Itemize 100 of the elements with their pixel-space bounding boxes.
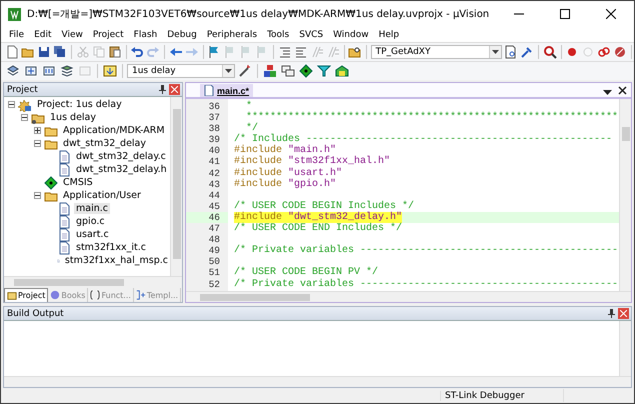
tree-item[interactable]: dwt_stm32_delay.c [74, 151, 168, 162]
panel-title: Build Output [7, 308, 65, 318]
package-icon [335, 64, 349, 78]
save-button[interactable] [37, 44, 51, 60]
tree-item[interactable]: stm32f1xx_hal_msp.c [62, 255, 170, 266]
line-number: 50 [208, 256, 221, 268]
tree-item[interactable]: CMSIS [61, 177, 95, 188]
funnel-button[interactable] [316, 63, 332, 79]
globe-icon [50, 290, 60, 300]
tree-item[interactable]: dwt_stm32_delay [61, 138, 148, 149]
scrollbar[interactable] [619, 99, 631, 291]
code-line: /* Private variables ------------------------------------------- [234, 278, 619, 290]
line-number: 41 [208, 156, 221, 168]
save-all-icon [53, 45, 67, 59]
file-tab[interactable]: main.c* [200, 84, 254, 97]
code-line: ************************************************************** [245, 112, 619, 124]
tree-item[interactable]: Application/MDK-ARM [61, 125, 167, 136]
undo-button[interactable] [130, 44, 144, 60]
paste-button[interactable] [108, 44, 122, 60]
code-line: #include "main.h" [234, 145, 336, 156]
code-line: */ [245, 123, 258, 134]
menu-item[interactable]: View [56, 30, 88, 40]
tree-item[interactable]: 1us delay [48, 112, 98, 123]
menu-item[interactable]: Flash [128, 30, 162, 40]
code-line: #include "gpio.h" [234, 178, 338, 190]
forward-arrow-icon [184, 45, 199, 59]
pin-icon[interactable] [608, 309, 615, 318]
line-number: 37 [208, 112, 221, 124]
diamond-button[interactable] [298, 63, 314, 79]
menu-item[interactable]: Tools [262, 30, 294, 40]
app-icon [8, 8, 21, 20]
code-line: * [245, 101, 252, 112]
code-line: /* Includes --------------------------------------------------- [234, 134, 614, 146]
find-dropdown[interactable]: TP_GetAdXY [370, 45, 502, 59]
close-icon[interactable] [618, 86, 627, 95]
download-button[interactable] [102, 63, 118, 79]
line-number: 45 [208, 200, 221, 212]
scrollbar[interactable] [170, 97, 182, 276]
code-line: /* USER CODE BEGIN Includes */ [234, 200, 416, 212]
pin-icon[interactable] [159, 85, 166, 94]
batch-build-icon [60, 64, 74, 78]
code-line: #include "stm32f1xx_hal.h" [234, 156, 392, 168]
menu-item[interactable]: Help [374, 30, 404, 40]
expander-icon[interactable] [8, 101, 15, 108]
project-icon [18, 98, 32, 112]
braces-icon [90, 290, 100, 300]
line-number: 46 [186, 212, 228, 224]
scrollbar[interactable] [619, 321, 631, 376]
line-number: 39 [208, 134, 221, 146]
new-file-button[interactable] [5, 44, 19, 60]
menu-item[interactable]: Project [88, 30, 129, 40]
blocks-button[interactable] [262, 63, 278, 79]
expander-icon[interactable] [34, 127, 41, 134]
stop-button[interactable] [613, 44, 628, 60]
indent-icon [278, 45, 292, 59]
menu-item[interactable]: Edit [29, 30, 56, 40]
build-icon [24, 64, 38, 78]
expander-icon[interactable] [21, 114, 28, 121]
scrollbar[interactable] [186, 291, 631, 302]
outdent-icon [294, 45, 308, 59]
stacked-windows-button[interactable] [280, 63, 296, 79]
panel-title: Project [7, 84, 39, 94]
tree-item[interactable]: Application/User [61, 190, 143, 201]
code-line: /* USER CODE BEGIN PV */ [234, 267, 380, 278]
template-icon [136, 290, 146, 300]
dropdown-arrow-icon[interactable] [603, 88, 612, 97]
tree-item[interactable]: gpio.c [74, 216, 107, 227]
line-number: 48 [208, 234, 221, 246]
menu-item[interactable]: File [4, 30, 30, 40]
chain-link-icon [597, 45, 612, 59]
code-line: /* Private variables ------------------------------------------- [234, 245, 619, 256]
tree-item[interactable]: stm32f1xx_it.c [74, 242, 148, 253]
package-button[interactable] [334, 63, 350, 79]
magic-wand-button[interactable] [237, 63, 253, 79]
magnifier-button[interactable] [542, 44, 557, 60]
circle-icon [581, 45, 596, 59]
blocks-icon [263, 64, 277, 78]
line-number: 40 [208, 145, 221, 156]
code-line: #include "usart.h" [234, 168, 344, 179]
line-number: 42 [208, 168, 221, 179]
tree-item[interactable]: main.c [74, 203, 110, 214]
save-all-button[interactable] [53, 44, 67, 60]
target-dropdown[interactable]: 1us delay [127, 64, 235, 78]
undo-icon [130, 45, 144, 59]
expander-icon[interactable] [34, 140, 41, 147]
menu-item[interactable]: Debug [162, 30, 202, 40]
menu-item[interactable]: SVCS [294, 30, 328, 40]
panel-tab[interactable]: Project [4, 288, 48, 302]
scrollbar[interactable] [4, 276, 182, 287]
download-icon [103, 64, 117, 78]
tree-item[interactable]: usart.c [74, 229, 111, 240]
batch-build-button[interactable] [59, 63, 75, 79]
document-search-button[interactable] [504, 44, 518, 60]
menu-item[interactable]: Window [328, 30, 374, 40]
magic-wand-icon [238, 64, 252, 78]
tree-item[interactable]: dwt_stm32_delay.h [74, 164, 169, 175]
scrollbar[interactable] [4, 376, 631, 387]
menu-item[interactable]: Peripherals [202, 30, 262, 40]
tree-item[interactable]: Project: 1us delay [35, 99, 124, 110]
expander-icon[interactable] [34, 192, 41, 199]
